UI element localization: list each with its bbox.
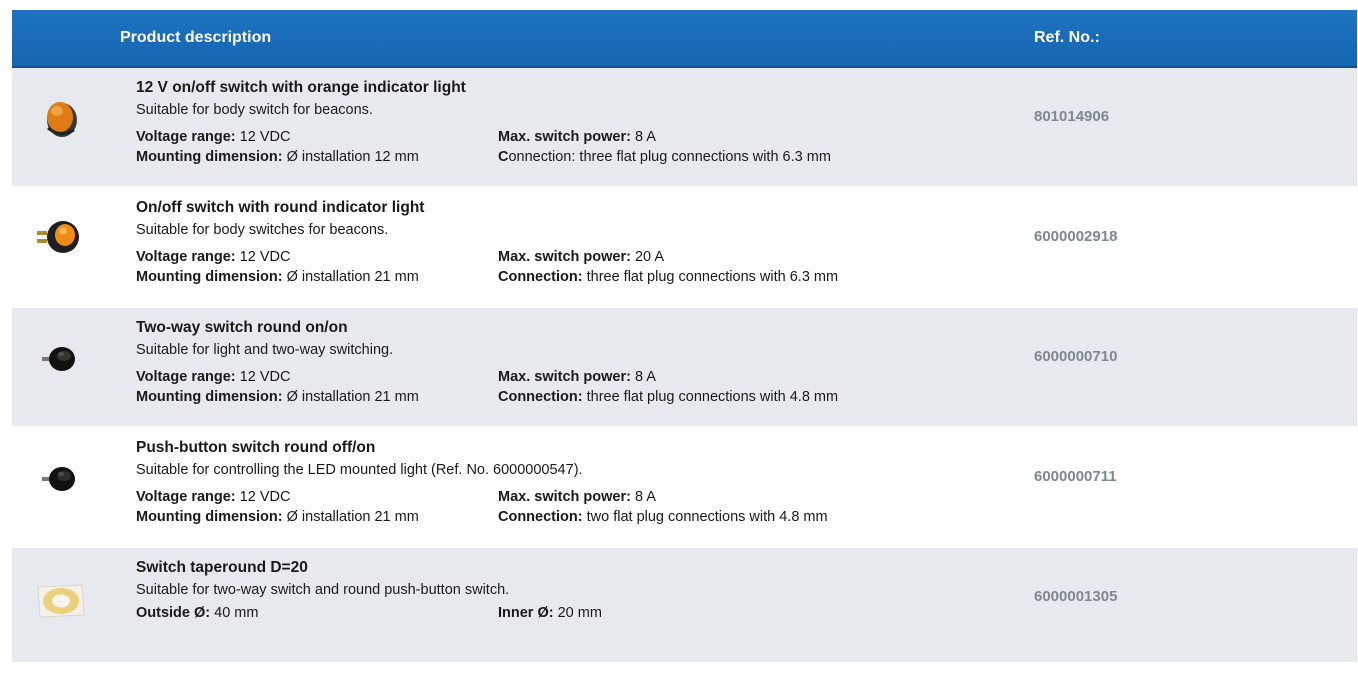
spec-voltage: Voltage range: 12 VDC xyxy=(136,369,291,385)
table-row: Two-way switch round on/on Suitable for … xyxy=(12,308,1357,428)
spec-voltage: Voltage range: 12 VDC xyxy=(136,249,291,265)
ref-number: 6000000710 xyxy=(1034,348,1118,365)
spec-voltage: Voltage range: 12 VDC xyxy=(136,489,291,505)
spec-connection: Connection: three flat plug connections … xyxy=(498,389,839,405)
product-description: Suitable for body switch for beacons. xyxy=(136,102,373,118)
black-push-button-icon xyxy=(30,454,90,504)
tape-ring-icon xyxy=(30,576,90,626)
table-row: On/off switch with round indicator light… xyxy=(12,188,1357,308)
product-title: 12 V on/off switch with orange indicator… xyxy=(136,79,466,96)
product-title: On/off switch with round indicator light xyxy=(136,199,425,216)
ref-number: 6000002918 xyxy=(1034,228,1118,245)
spec-connection: Connection: two flat plug connections wi… xyxy=(498,509,828,525)
table-header: Product description Ref. No.: xyxy=(12,10,1357,68)
spec-inner-diameter: Inner Ø: 20 mm xyxy=(498,605,602,621)
table-row: 12 V on/off switch with orange indicator… xyxy=(12,68,1357,188)
product-description: Suitable for two-way switch and round pu… xyxy=(136,582,510,598)
table-row: Switch taperound D=20 Suitable for two-w… xyxy=(12,548,1357,664)
product-title: Push-button switch round off/on xyxy=(136,439,376,456)
black-round-switch-icon xyxy=(30,334,90,384)
product-table: Product description Ref. No.: 12 V on/of… xyxy=(12,10,1357,664)
ref-number: 6000001305 xyxy=(1034,588,1118,605)
spec-switch-power: Max. switch power: 8 A xyxy=(498,489,656,505)
spec-connection: Connection: three flat plug connections … xyxy=(498,149,831,165)
spec-switch-power: Max. switch power: 8 A xyxy=(498,129,656,145)
product-title: Two-way switch round on/on xyxy=(136,319,348,336)
product-title: Switch taperound D=20 xyxy=(136,559,308,576)
spec-switch-power: Max. switch power: 20 A xyxy=(498,249,665,265)
spec-switch-power: Max. switch power: 8 A xyxy=(498,369,656,385)
orange-rocker-switch-icon xyxy=(30,92,90,142)
header-ref-no: Ref. No.: xyxy=(1034,29,1100,46)
product-specs: Voltage range: 12 VDC Max. switch power:… xyxy=(136,247,1016,287)
product-specs: Outside Ø: 40 mm Inner Ø: 20 mm xyxy=(136,603,1016,643)
product-specs: Voltage range: 12 VDC Max. switch power:… xyxy=(136,127,1016,167)
product-description: Suitable for controlling the LED mounted… xyxy=(136,462,583,478)
ref-number: 801014906 xyxy=(1034,108,1110,125)
spec-mounting: Mounting dimension: Ø installation 12 mm xyxy=(136,149,419,165)
header-product-description: Product description xyxy=(120,29,272,46)
spec-mounting: Mounting dimension: Ø installation 21 mm xyxy=(136,509,419,525)
spec-connection: Connection: three flat plug connections … xyxy=(498,269,839,285)
table-row: Push-button switch round off/on Suitable… xyxy=(12,428,1357,548)
product-specs: Voltage range: 12 VDC Max. switch power:… xyxy=(136,487,1016,527)
product-specs: Voltage range: 12 VDC Max. switch power:… xyxy=(136,367,1016,407)
product-description: Suitable for body switches for beacons. xyxy=(136,222,389,238)
spec-voltage: Voltage range: 12 VDC xyxy=(136,129,291,145)
product-description: Suitable for light and two-way switching… xyxy=(136,342,394,358)
spec-mounting: Mounting dimension: Ø installation 21 mm xyxy=(136,269,419,285)
spec-outside-diameter: Outside Ø: 40 mm xyxy=(136,605,259,621)
spec-mounting: Mounting dimension: Ø installation 21 mm xyxy=(136,389,419,405)
round-switch-orange-light-icon xyxy=(30,212,90,262)
ref-number: 6000000711 xyxy=(1034,468,1117,485)
